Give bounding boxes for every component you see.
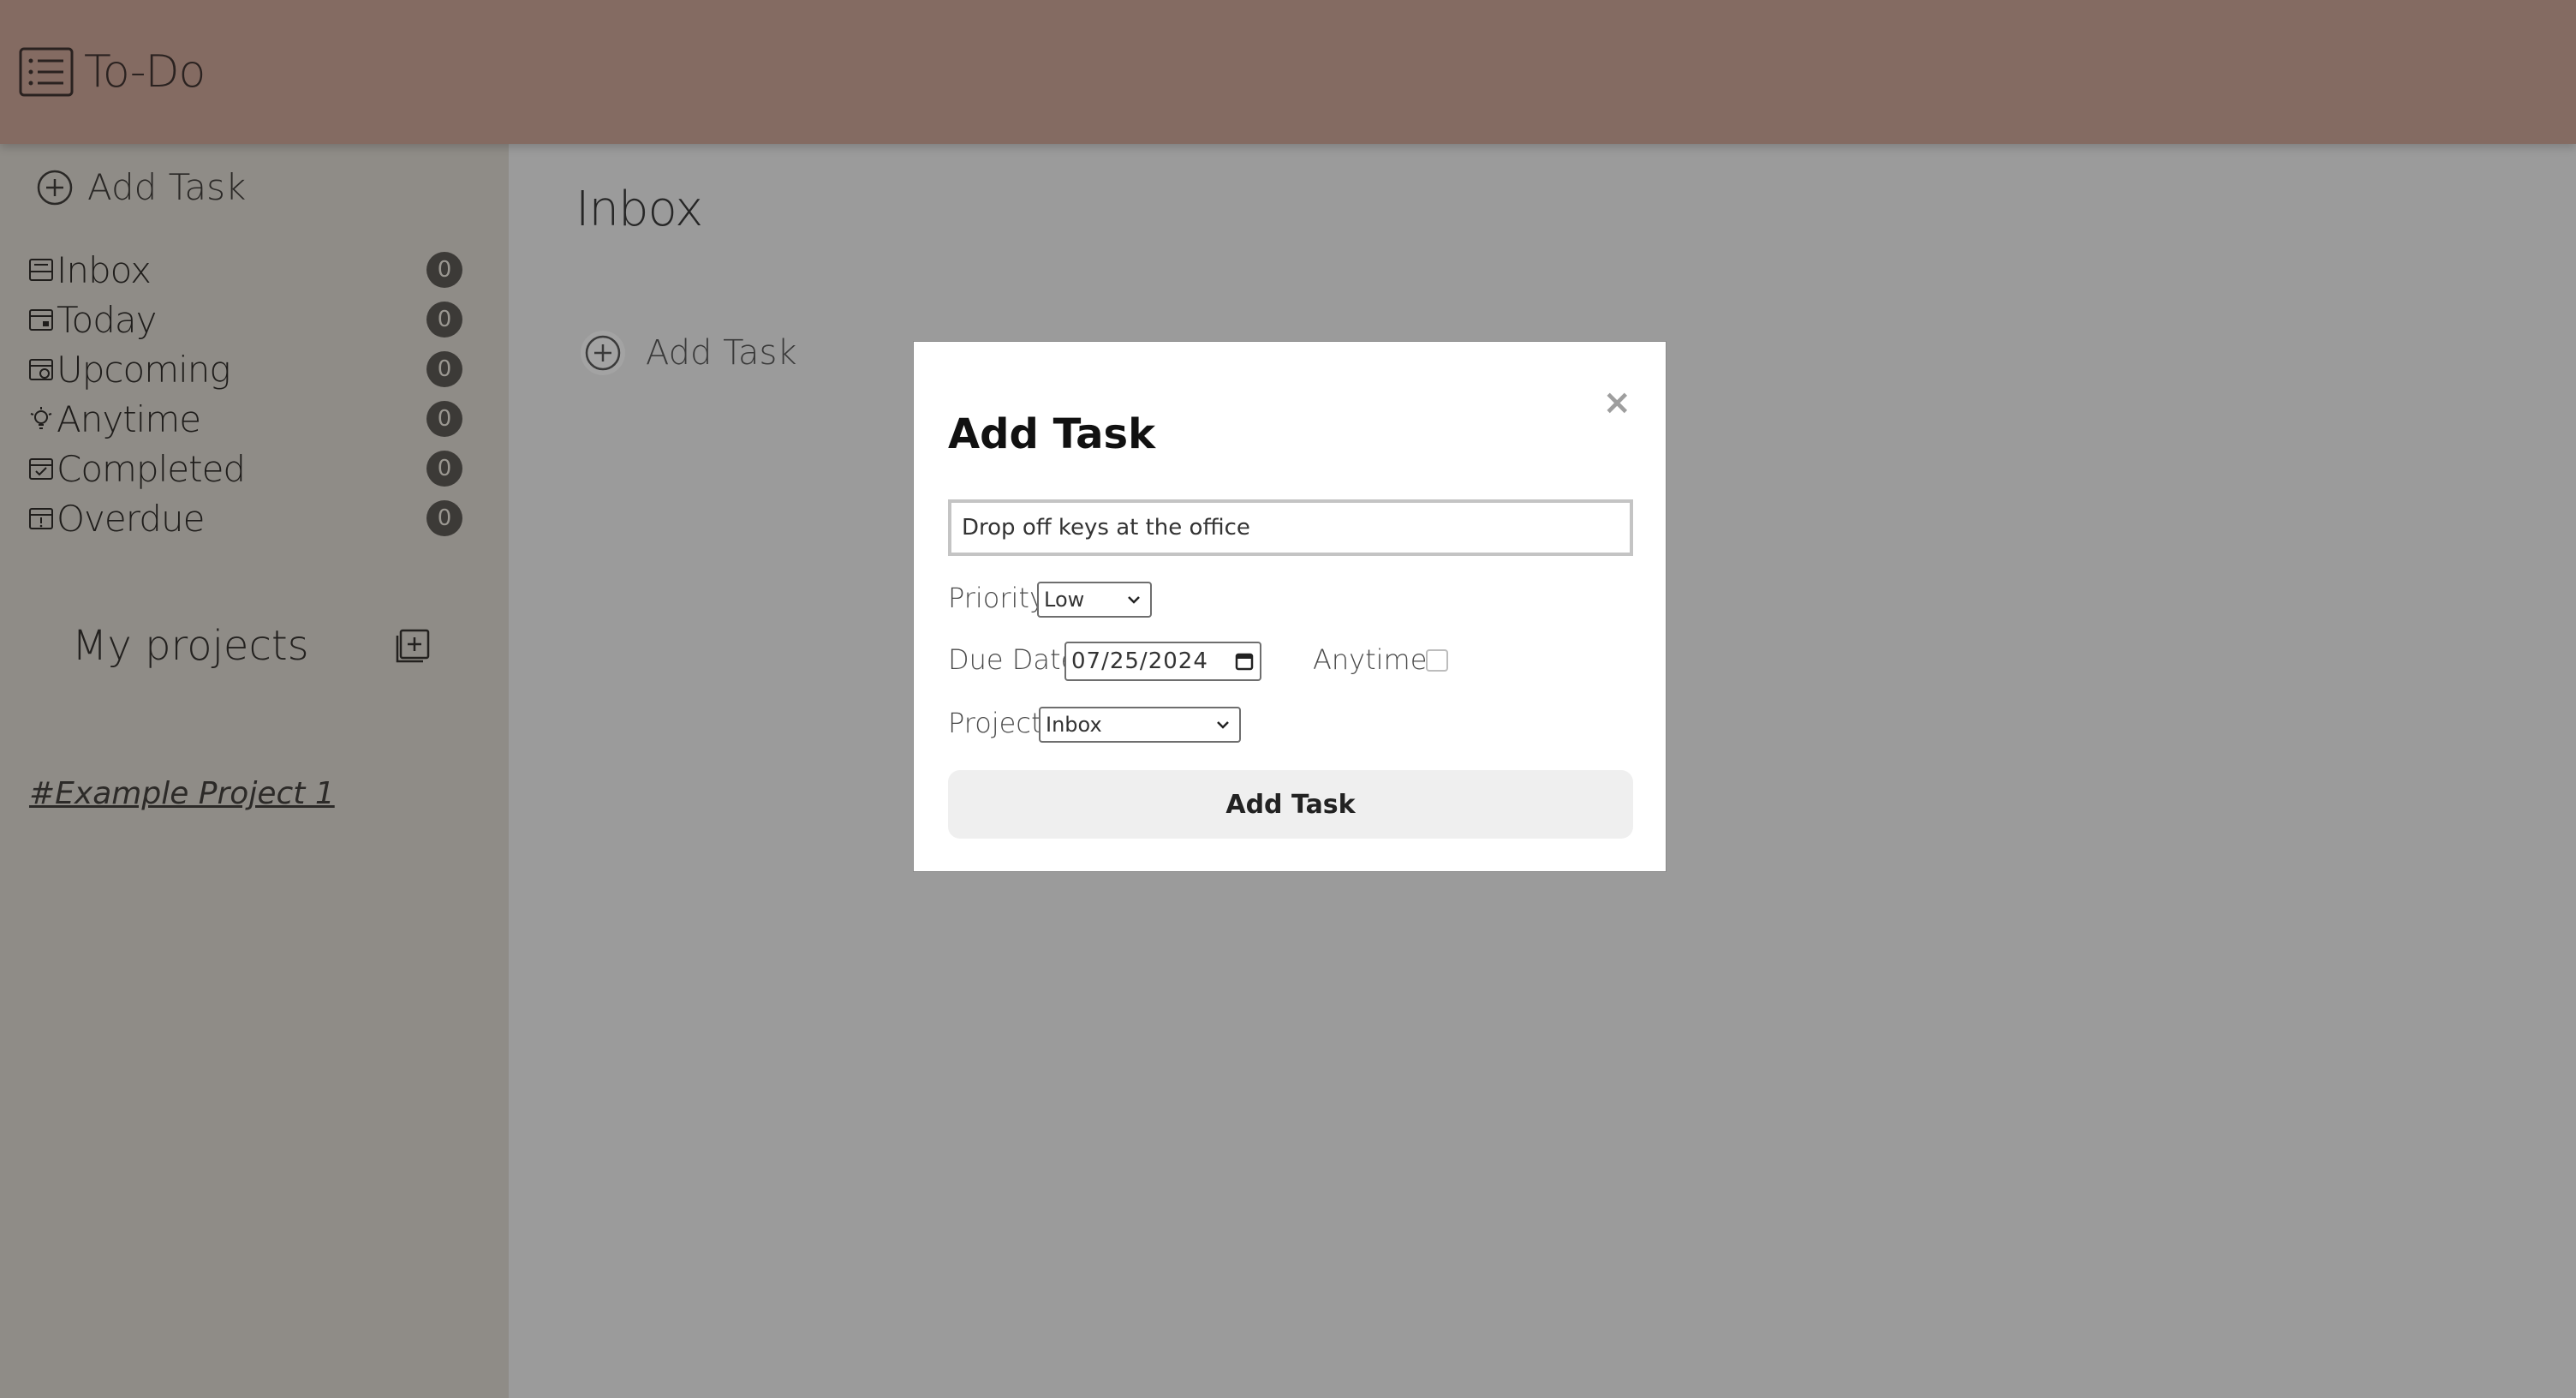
projects-header: My projects — [72, 622, 432, 670]
close-icon[interactable]: × — [1602, 383, 1631, 422]
add-project-icon[interactable] — [394, 627, 432, 665]
sidebar-add-task-button[interactable]: Add Task — [36, 166, 246, 208]
project-link[interactable]: #Example Project 1 — [29, 776, 335, 811]
sidebar-item-completed[interactable]: Completed 0 — [27, 444, 462, 493]
chevron-down-icon — [1217, 721, 1229, 729]
calendar-clock-icon — [29, 359, 53, 380]
task-name-input[interactable] — [948, 499, 1633, 556]
priority-select[interactable]: Low — [1037, 582, 1152, 618]
sidebar-nav: Inbox 0 Today 0 Upcoming 0 Anytime 0 Com… — [27, 245, 462, 543]
sidebar-item-inbox[interactable]: Inbox 0 — [27, 245, 462, 295]
count-badge: 0 — [426, 351, 462, 387]
count-badge: 0 — [426, 401, 462, 437]
sidebar-item-overdue[interactable]: Overdue 0 — [27, 493, 462, 543]
add-task-modal: × Add Task Priority Low Due Date 07/25/2… — [913, 341, 1667, 872]
plus-circle-icon — [581, 331, 625, 375]
count-badge: 0 — [426, 302, 462, 338]
sidebar: Add Task Inbox 0 Today 0 Upcoming 0 Anyt… — [0, 144, 509, 1398]
modal-title: Add Task — [948, 410, 1156, 458]
lightbulb-icon — [30, 407, 52, 429]
main-add-task-button[interactable]: Add Task — [579, 329, 796, 377]
priority-select-value: Low — [1044, 588, 1085, 612]
anytime-checkbox[interactable] — [1426, 649, 1448, 672]
sidebar-item-anytime[interactable]: Anytime 0 — [27, 394, 462, 444]
add-task-submit-button[interactable]: Add Task — [948, 770, 1633, 839]
chevron-down-icon — [1128, 596, 1140, 604]
sidebar-item-label: Overdue — [57, 497, 205, 540]
project-select-value: Inbox — [1046, 713, 1102, 737]
app-header: To-Do — [0, 0, 2576, 144]
main-add-task-label: Add Task — [646, 333, 797, 373]
sidebar-add-task-label: Add Task — [87, 166, 247, 208]
count-badge: 0 — [426, 252, 462, 288]
sidebar-item-label: Today — [57, 298, 157, 341]
sidebar-item-label: Inbox — [57, 248, 152, 291]
due-date-label: Due Date — [948, 643, 1078, 676]
sidebar-item-label: Anytime — [57, 397, 201, 440]
sidebar-item-upcoming[interactable]: Upcoming 0 — [27, 344, 462, 394]
sidebar-item-label: Completed — [57, 447, 246, 490]
projects-title: My projects — [72, 622, 309, 670]
inbox-icon — [29, 259, 53, 281]
priority-label: Priority — [948, 582, 1046, 614]
calendar-today-icon — [29, 309, 53, 331]
count-badge: 0 — [426, 500, 462, 536]
plus-circle-icon — [37, 170, 73, 205]
due-date-input[interactable]: 07/25/2024 — [1064, 642, 1261, 681]
calendar-check-icon — [29, 458, 53, 480]
sidebar-item-today[interactable]: Today 0 — [27, 295, 462, 344]
due-date-value: 07/25/2024 — [1071, 648, 1208, 674]
calendar-alert-icon — [29, 508, 53, 529]
app-title: To-Do — [84, 46, 206, 98]
anytime-label: Anytime — [1313, 643, 1428, 676]
sidebar-item-label: Upcoming — [57, 348, 231, 391]
calendar-icon[interactable] — [1234, 651, 1255, 672]
count-badge: 0 — [426, 451, 462, 487]
project-label: Project — [948, 707, 1042, 739]
page-title: Inbox — [575, 182, 703, 237]
list-icon — [19, 47, 74, 97]
project-select[interactable]: Inbox — [1039, 707, 1241, 743]
